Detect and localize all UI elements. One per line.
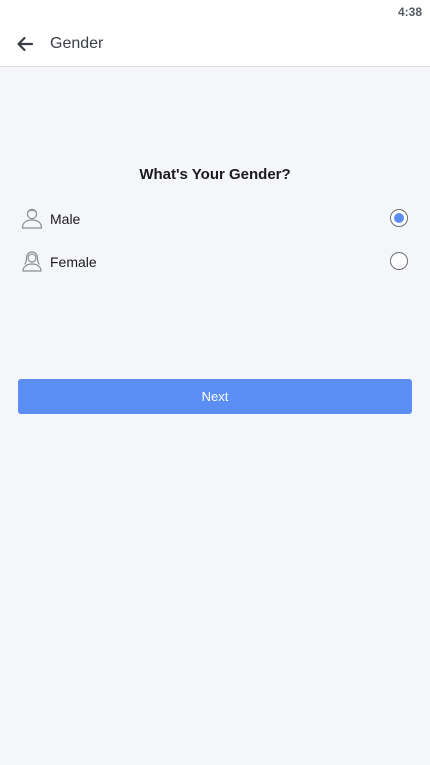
radio-male[interactable] (390, 209, 408, 227)
back-button[interactable] (14, 33, 36, 55)
option-label-female: Female (50, 254, 97, 270)
question-heading: What's Your Gender? (139, 166, 291, 183)
next-button[interactable]: Next (18, 379, 412, 414)
male-user-icon (20, 206, 44, 230)
female-user-icon (20, 249, 44, 273)
radio-female[interactable] (390, 252, 408, 270)
page-title: Gender (50, 35, 104, 52)
gender-option-male[interactable]: Male (18, 202, 412, 234)
status-bar: 4:38 (0, 0, 430, 22)
option-label-male: Male (50, 211, 81, 227)
app-bar: Gender (0, 22, 430, 67)
arrow-left-icon (17, 36, 34, 52)
status-time: 4:38 (397, 5, 422, 19)
gender-option-female[interactable]: Female (18, 245, 412, 277)
